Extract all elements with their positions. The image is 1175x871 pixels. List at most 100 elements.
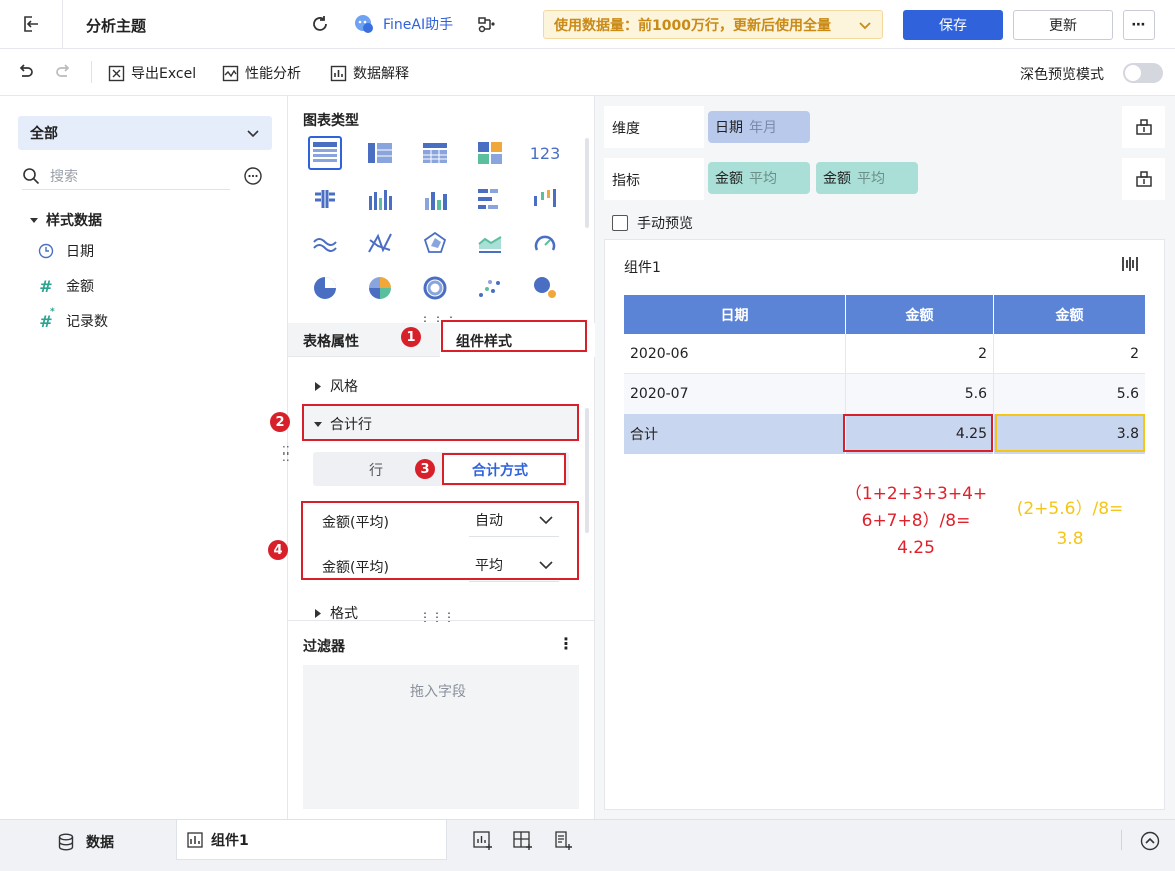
bubble-chart-icon[interactable] (528, 271, 562, 305)
step-badge-2: 2 (270, 412, 290, 432)
refresh-icon[interactable] (310, 14, 330, 34)
manual-preview-checkbox[interactable]: 手动预览 (612, 213, 693, 233)
table-cell[interactable]: 2020-06 (624, 334, 846, 374)
table-header-cell[interactable]: 日期 (624, 295, 846, 334)
exit-icon[interactable] (20, 14, 40, 34)
inner-scroll-bar[interactable] (585, 408, 589, 533)
scatter-chart-icon[interactable] (473, 271, 507, 305)
component-type-icon[interactable] (1121, 255, 1139, 273)
toggle-knob (1125, 65, 1141, 81)
page-title: 分析主题 (86, 17, 147, 35)
undo-icon[interactable] (16, 63, 34, 81)
field-item-date[interactable]: 日期 (38, 241, 94, 261)
flow-icon[interactable] (477, 14, 497, 34)
horizontal-bar-icon[interactable] (473, 182, 507, 216)
filter-more-icon[interactable]: ⋮ (558, 634, 574, 653)
cell-text: 2 (1130, 345, 1139, 362)
radar-line-icon[interactable] (363, 226, 397, 260)
annotation-yellow: (2+5.6）/8= 3.8 (1000, 494, 1140, 554)
detail-table-icon[interactable] (363, 136, 397, 170)
pill-sub: 平均 (857, 171, 885, 187)
caret-down-icon (30, 216, 38, 224)
subtab-row[interactable]: 行 (369, 460, 383, 480)
donut-chart-icon[interactable] (418, 271, 452, 305)
tab-data-label: 数据 (86, 835, 114, 851)
search-icon (22, 167, 40, 185)
side-drag-handle-icon[interactable]: ⁚⁚ ⁚⁚ (282, 445, 290, 463)
grouped-bar-icon[interactable] (308, 182, 342, 216)
component-title: 组件1 (624, 260, 661, 276)
pie-chart-icon[interactable] (308, 271, 342, 305)
export-excel-button[interactable]: 导出Excel (108, 63, 196, 83)
area-chart-icon[interactable] (473, 226, 507, 260)
table-cell[interactable]: 2020-07 (624, 374, 846, 414)
highlight-box-red (843, 414, 993, 452)
field-item-amount[interactable]: # 金额 (38, 276, 94, 296)
multi-column-icon[interactable] (418, 182, 452, 216)
table-header-cell[interactable]: 金额 (994, 295, 1145, 334)
cell-text: 5.6 (1116, 386, 1139, 402)
table-cell[interactable]: 5.6 (994, 374, 1145, 414)
metric-pill-amount-2[interactable]: 金额 平均 (816, 162, 918, 194)
dimension-settings-icon[interactable] (1135, 118, 1153, 136)
section-style[interactable]: 风格 (314, 376, 358, 396)
annotation-line: （1+2+3+3+4+ (844, 484, 988, 504)
add-report-icon[interactable] (553, 831, 573, 851)
field-label: 记录数 (66, 314, 108, 330)
manual-preview-label: 手动预览 (637, 216, 693, 232)
update-button[interactable]: 更新 (1013, 10, 1113, 40)
add-component-icon[interactable] (473, 831, 493, 851)
cross-table-icon[interactable] (418, 136, 452, 170)
caret-right-icon (314, 608, 322, 618)
search-box[interactable]: 搜索 (22, 162, 230, 190)
header-text: 金额 (1055, 307, 1084, 324)
tab-component[interactable]: 组件1 (176, 820, 447, 860)
total-row-cell[interactable]: 合计 (624, 414, 846, 454)
table-cell[interactable]: 2 (846, 334, 994, 374)
kpi-card-icon[interactable] (473, 136, 507, 170)
data-volume-notice[interactable]: 使用数据量：前1000万行，更新后使用全量 (543, 10, 883, 39)
pill-name: 金额 (823, 171, 851, 187)
preview-panel: 维度 日期 年月 指标 金额 平均 金额 平均 手动预览 组件1 日期 金额 金… (595, 96, 1175, 819)
redo-icon[interactable] (55, 63, 73, 81)
dimension-pill-date[interactable]: 日期 年月 (708, 111, 810, 143)
dimension-label: 维度 (612, 121, 640, 137)
table-cell[interactable]: 5.6 (846, 374, 994, 414)
more-options-icon[interactable] (243, 166, 263, 186)
dataset-select[interactable]: 全部 (18, 116, 272, 150)
header-text: 日期 (720, 307, 749, 324)
metric-pill-amount-1[interactable]: 金额 平均 (708, 162, 810, 194)
add-dashboard-icon[interactable] (513, 831, 533, 851)
toolbar: 导出Excel 性能分析 数据解释 深色预览模式 (0, 49, 1175, 96)
hash-star-icon: # * (39, 306, 55, 331)
field-item-record-count[interactable]: # * 记录数 (38, 306, 108, 331)
performance-analysis-button[interactable]: 性能分析 (222, 63, 301, 83)
scroll-bar[interactable] (585, 138, 589, 228)
multi-pie-icon[interactable] (363, 271, 397, 305)
divider (288, 620, 595, 621)
metric-settings-icon[interactable] (1135, 170, 1153, 188)
table-cell[interactable]: 2 (994, 334, 1145, 374)
more-button[interactable]: ⋯ (1123, 10, 1155, 40)
highlight-box-3 (442, 453, 566, 485)
data-table: 日期 金额 金额 2020-06 2 2 2020-07 5.6 5.6 合计 … (624, 295, 1145, 455)
annotation-line: 3.8 (1056, 529, 1084, 549)
tab-data[interactable]: 数据 (58, 832, 114, 852)
line-chart-icon[interactable] (308, 226, 342, 260)
table-node[interactable]: 样式数据 (30, 210, 102, 230)
save-button[interactable]: 保存 (903, 10, 1003, 40)
radar-chart-icon[interactable] (418, 226, 452, 260)
dark-mode-toggle[interactable] (1123, 63, 1163, 83)
gauge-icon[interactable] (528, 226, 562, 260)
number-kpi-icon[interactable]: 123 (528, 136, 562, 170)
resize-handle-icon[interactable]: ⋮⋮⋮ (419, 610, 455, 624)
table-chart-icon[interactable] (308, 136, 342, 170)
notice-text: 使用数据量：前1000万行，更新后使用全量 (554, 17, 831, 34)
data-explain-button[interactable]: 数据解释 (330, 63, 409, 83)
table-header-cell[interactable]: 金额 (846, 295, 994, 334)
export-label: 导出Excel (131, 66, 197, 82)
column-chart-icon[interactable] (363, 182, 397, 216)
waterfall-icon[interactable] (528, 182, 562, 216)
collapse-up-icon[interactable] (1140, 831, 1160, 851)
fineai-button[interactable]: FineAI助手 (353, 13, 453, 35)
